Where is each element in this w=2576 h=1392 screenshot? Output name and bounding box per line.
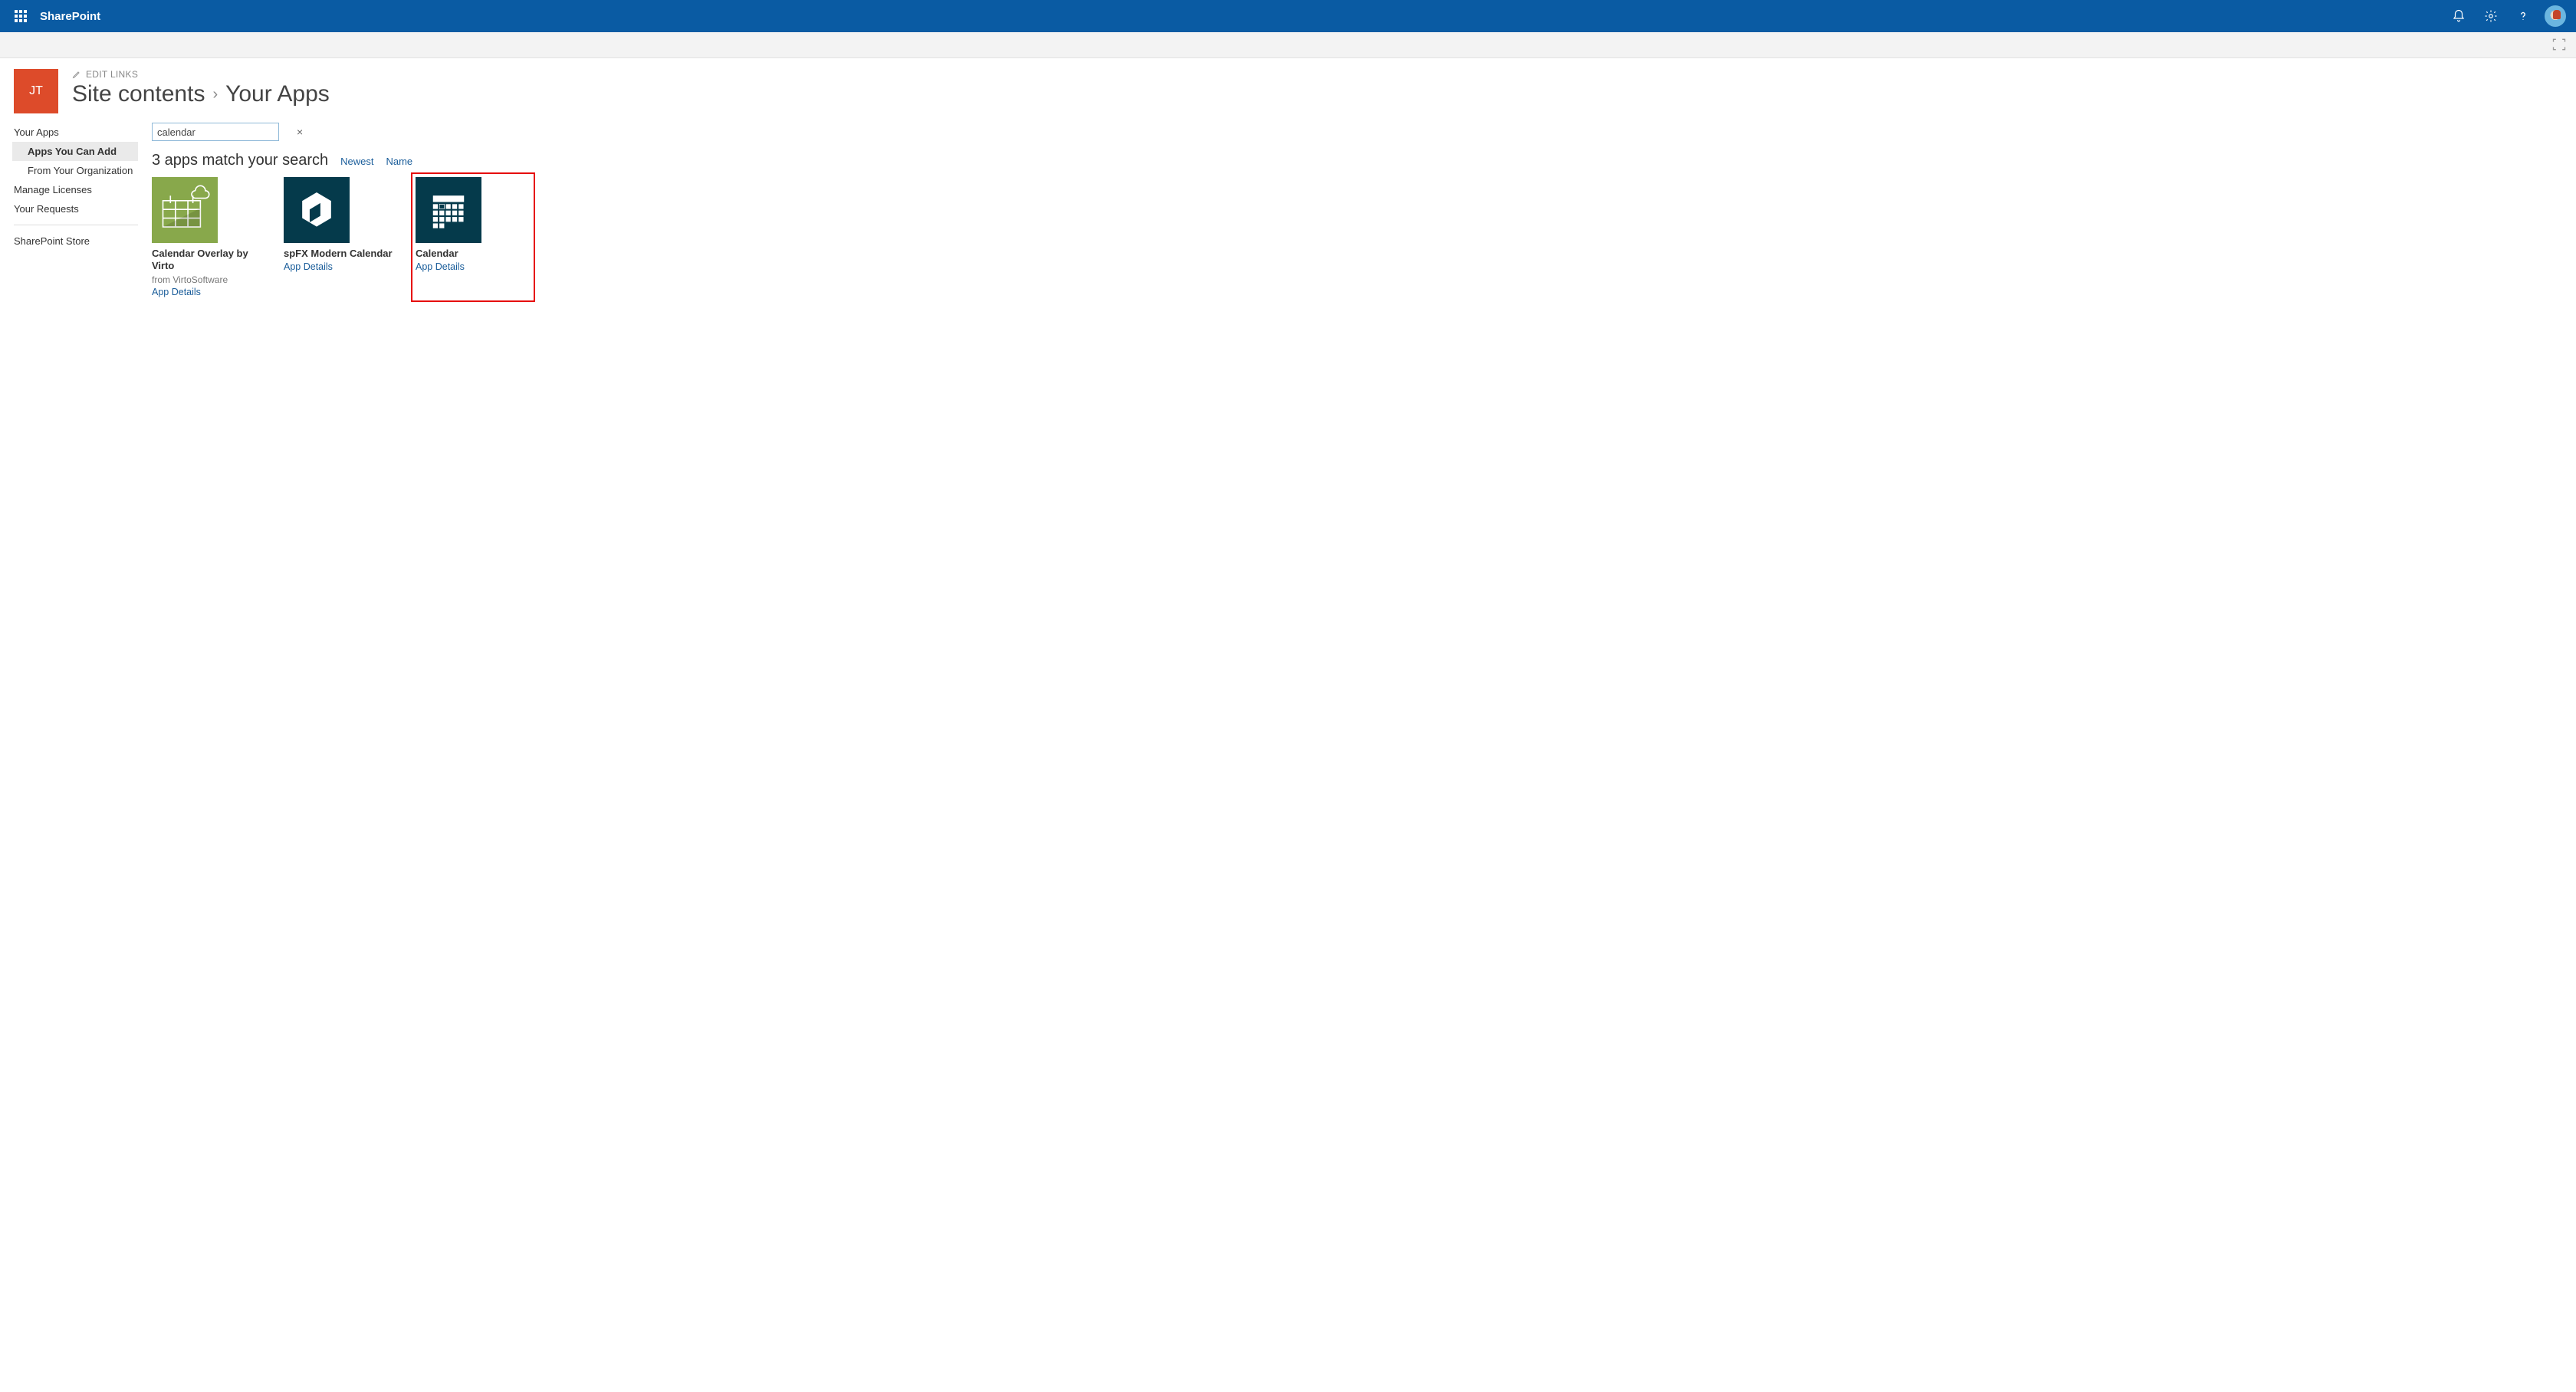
nav-your-apps[interactable]: Your Apps xyxy=(14,123,138,142)
app-tile: spFX Modern Calendar App Details xyxy=(284,177,399,297)
app-tiles: Calendar Overlay by Virto from VirtoSoft… xyxy=(152,177,2562,297)
brand-link[interactable]: SharePoint xyxy=(40,10,100,23)
results-count: 3 apps match your search xyxy=(152,152,328,169)
search-box: × xyxy=(152,123,279,141)
spfx-hex-icon xyxy=(294,187,340,233)
notifications-button[interactable] xyxy=(2443,0,2475,32)
app-tile-details-link[interactable]: App Details xyxy=(284,261,399,272)
app-launcher-button[interactable] xyxy=(5,0,37,32)
edit-links-label: EDIT LINKS xyxy=(86,69,138,80)
sort-newest-link[interactable]: Newest xyxy=(340,156,373,167)
search-input[interactable] xyxy=(153,126,297,138)
chevron-right-icon: › xyxy=(212,86,218,103)
calendar-overlay-icon xyxy=(158,183,212,237)
search-clear-button[interactable]: × xyxy=(297,126,303,138)
nav-sharepoint-store[interactable]: SharePoint Store xyxy=(14,231,138,251)
app-tile-publisher: from VirtoSoftware xyxy=(152,274,267,285)
nav-your-requests[interactable]: Your Requests xyxy=(14,199,138,218)
focus-icon xyxy=(2551,37,2567,52)
app-tile-icon-button[interactable] xyxy=(152,177,218,243)
breadcrumb-parent-link[interactable]: Site contents xyxy=(72,81,205,107)
gear-icon xyxy=(2484,9,2498,23)
page-title: Site contents › Your Apps xyxy=(72,81,2562,107)
main-content: × 3 apps match your search Newest Name xyxy=(152,123,2562,297)
site-logo[interactable]: JT xyxy=(14,69,58,113)
app-tile-details-link[interactable]: App Details xyxy=(416,261,531,272)
app-tile-icon-button[interactable] xyxy=(284,177,350,243)
help-icon xyxy=(2516,9,2530,23)
settings-button[interactable] xyxy=(2475,0,2507,32)
app-tile-details-link[interactable]: App Details xyxy=(152,287,267,297)
suite-bar: SharePoint xyxy=(0,0,2576,32)
results-header: 3 apps match your search Newest Name xyxy=(152,152,2562,169)
app-tile: Calendar App Details xyxy=(416,177,531,297)
focus-content-button[interactable] xyxy=(2551,37,2568,54)
breadcrumb-current: Your Apps xyxy=(225,81,330,107)
nav-apps-you-can-add[interactable]: Apps You Can Add xyxy=(12,142,138,161)
app-tile-title[interactable]: Calendar xyxy=(416,248,531,260)
calendar-icon xyxy=(426,187,472,233)
ribbon-bar xyxy=(0,32,2576,58)
app-tile-title[interactable]: spFX Modern Calendar xyxy=(284,248,399,260)
edit-links-button[interactable]: EDIT LINKS xyxy=(72,69,2562,80)
waffle-icon xyxy=(15,10,27,22)
left-nav: Your Apps Apps You Can Add From Your Org… xyxy=(14,123,138,297)
nav-from-your-organization[interactable]: From Your Organization xyxy=(14,161,138,180)
pencil-icon xyxy=(72,70,81,79)
help-button[interactable] xyxy=(2507,0,2539,32)
sort-name-link[interactable]: Name xyxy=(386,156,412,167)
app-tile: Calendar Overlay by Virto from VirtoSoft… xyxy=(152,177,267,297)
title-area: JT EDIT LINKS Site contents › Your Apps xyxy=(0,58,2576,113)
nav-manage-licenses[interactable]: Manage Licenses xyxy=(14,180,138,199)
bell-icon xyxy=(2452,9,2466,23)
body: Your Apps Apps You Can Add From Your Org… xyxy=(0,113,2576,297)
app-tile-title[interactable]: Calendar Overlay by Virto xyxy=(152,248,267,273)
account-button[interactable] xyxy=(2539,0,2571,32)
app-tile-icon-button[interactable] xyxy=(416,177,481,243)
avatar xyxy=(2545,5,2566,27)
